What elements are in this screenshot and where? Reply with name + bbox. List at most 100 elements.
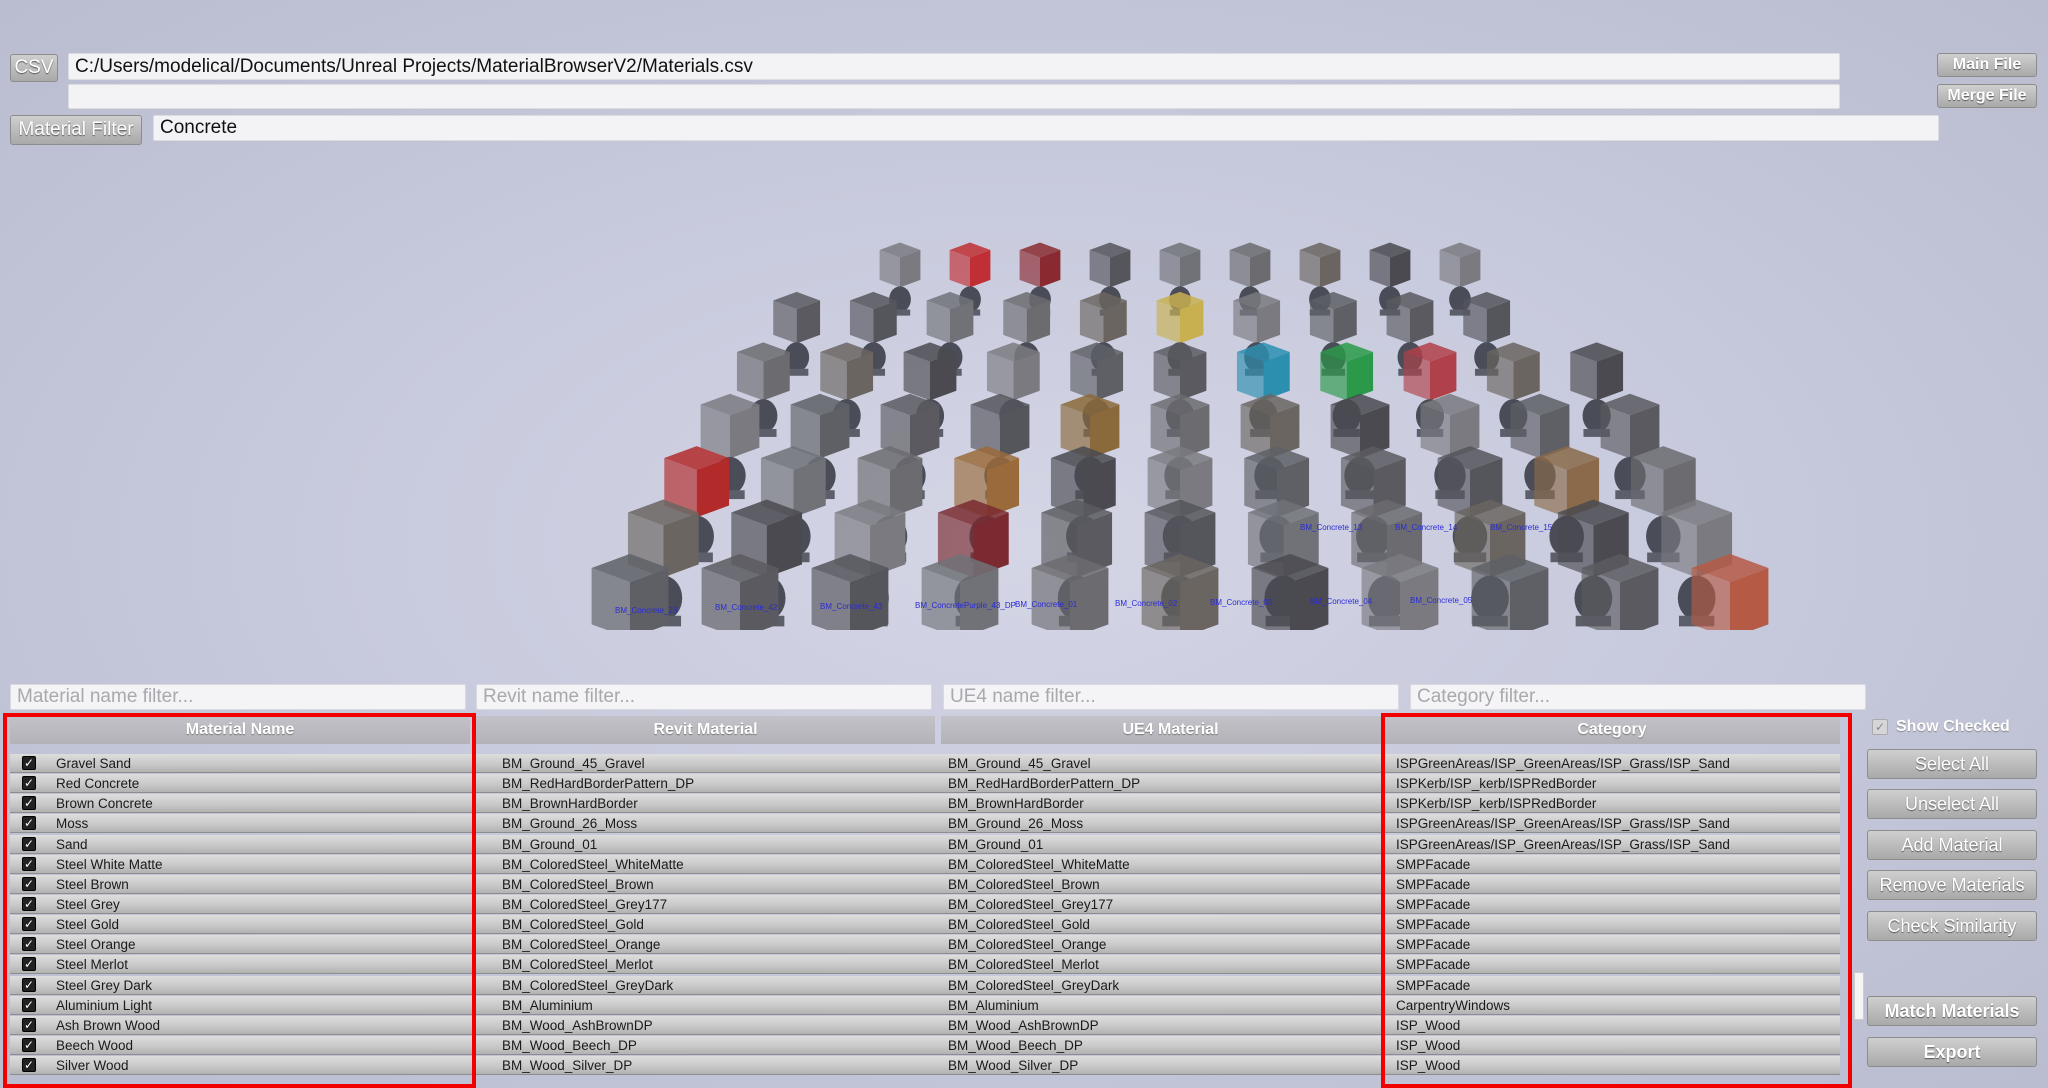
- revit-material-cell: BM_ColoredSteel_Brown: [502, 876, 654, 892]
- csv-path-field[interactable]: C:/Users/modelical/Documents/Unreal Proj…: [68, 53, 1840, 80]
- preview-label: BM_Concrete_01: [1015, 600, 1078, 609]
- preview-label: BM_Concrete_23: [615, 606, 678, 615]
- table-row[interactable]: ✓ Moss BM_Ground_26_Moss BM_Ground_26_Moss I…: [10, 814, 1840, 834]
- category-filter[interactable]: [1410, 684, 1866, 710]
- material-name-cell: Brown Concrete: [56, 796, 153, 812]
- row-checkbox[interactable]: ✓: [22, 1017, 36, 1032]
- revit-material-cell: BM_Ground_26_Moss: [502, 816, 638, 832]
- table-row[interactable]: ✓ Brown Concrete BM_BrownHardBorder BM_Brow…: [10, 794, 1840, 814]
- category-cell: SMPFacade: [1396, 917, 1471, 933]
- category-cell: ISPGreenAreas/ISP_GreenAreas/ISP_Grass/I…: [1396, 816, 1730, 832]
- check-similarity-button[interactable]: Check Similarity: [1867, 911, 2037, 941]
- column-header-revit-material[interactable]: Revit Material: [476, 716, 935, 744]
- row-checkbox[interactable]: ✓: [22, 816, 36, 831]
- material-preview: [1471, 553, 1549, 630]
- table-row[interactable]: ✓ Steel Brown BM_ColoredSteel_Brown BM_Colo…: [10, 874, 1840, 894]
- row-checkbox[interactable]: ✓: [22, 756, 36, 770]
- category-cell: ISP_Wood: [1396, 1037, 1461, 1053]
- column-header-ue4-material[interactable]: UE4 Material: [941, 716, 1400, 744]
- table-row[interactable]: ✓ Steel Gold BM_ColoredSteel_Gold BM_Colore…: [10, 915, 1840, 935]
- material-preview: [1691, 553, 1769, 630]
- category-cell: SMPFacade: [1396, 937, 1471, 953]
- category-cell: SMPFacade: [1396, 856, 1471, 872]
- table-row[interactable]: ✓ Gravel Sand BM_Ground_45_Gravel BM_Ground…: [10, 754, 1840, 773]
- table-row[interactable]: ✓ Red Concrete BM_RedHardBorderPattern_DP B…: [10, 774, 1840, 794]
- row-checkbox[interactable]: ✓: [22, 1058, 36, 1073]
- category-cell: ISPKerb/ISP_kerb/ISPRedBorder: [1396, 796, 1597, 812]
- category-cell: SMPFacade: [1396, 876, 1471, 892]
- row-checkbox[interactable]: ✓: [22, 917, 36, 932]
- category-cell: ISPGreenAreas/ISP_GreenAreas/ISP_Grass/I…: [1396, 756, 1730, 771]
- table-row[interactable]: ✓ Steel Grey BM_ColoredSteel_Grey177 BM_Col…: [10, 894, 1840, 914]
- material-name-cell: Aluminium Light: [56, 997, 153, 1013]
- show-checked-checkbox[interactable]: ✓: [1872, 719, 1888, 735]
- revit-name-filter[interactable]: [476, 684, 932, 710]
- material-filter-button[interactable]: Material Filter: [10, 115, 142, 145]
- merge-file-button[interactable]: Merge File: [1937, 84, 2037, 108]
- material-preview: [591, 553, 669, 630]
- preview-label: BM_Concrete_02: [1115, 599, 1178, 608]
- material-preview-viewport[interactable]: BM_Concrete_23 BM_Concrete_42 BM_Concrete_…: [560, 230, 1800, 630]
- row-checkbox[interactable]: ✓: [22, 957, 36, 972]
- ue4-material-cell: BM_ColoredSteel_Merlot: [948, 957, 1099, 973]
- revit-material-cell: BM_ColoredSteel_WhiteMatte: [502, 856, 684, 872]
- export-button[interactable]: Export: [1867, 1037, 2037, 1067]
- preview-label: BM_Concrete_42: [715, 603, 778, 612]
- revit-material-cell: BM_Wood_Beech_DP: [502, 1037, 637, 1053]
- revit-material-cell: BM_Ground_45_Gravel: [502, 756, 645, 771]
- material-filter-field[interactable]: Concrete: [153, 115, 1939, 141]
- category-cell: ISP_Wood: [1396, 1058, 1461, 1074]
- row-checkbox[interactable]: ✓: [22, 876, 36, 891]
- ue4-material-cell: BM_Ground_45_Gravel: [948, 756, 1091, 771]
- category-cell: SMPFacade: [1396, 896, 1471, 912]
- material-preview: [1361, 553, 1439, 630]
- row-checkbox[interactable]: ✓: [22, 776, 36, 791]
- table-row[interactable]: ✓ Ash Brown Wood BM_Wood_AshBrownDP BM_Wood…: [10, 1015, 1840, 1035]
- row-checkbox[interactable]: ✓: [22, 836, 36, 851]
- row-checkbox[interactable]: ✓: [22, 796, 36, 811]
- secondary-path-field[interactable]: [68, 84, 1840, 109]
- ue4-material-cell: BM_ColoredSteel_Orange: [948, 937, 1107, 953]
- show-checked-toggle[interactable]: ✓ Show Checked: [1872, 718, 2010, 736]
- material-name-cell: Steel Grey Dark: [56, 977, 153, 993]
- table-row[interactable]: ✓ Steel Orange BM_ColoredSteel_Orange BM_Co…: [10, 935, 1840, 955]
- table-row[interactable]: ✓ Sand BM_Ground_01 BM_Ground_01 ISPGreenAre…: [10, 834, 1840, 854]
- table-scrollbar[interactable]: [1854, 972, 1864, 1020]
- match-materials-button[interactable]: Match Materials: [1867, 996, 2037, 1026]
- ue4-name-filter[interactable]: [943, 684, 1399, 710]
- table-row[interactable]: ✓ Aluminium Light BM_Aluminium BM_Aluminium…: [10, 995, 1840, 1015]
- main-file-button[interactable]: Main File: [1937, 53, 2037, 77]
- ue4-material-cell: BM_Wood_Silver_DP: [948, 1058, 1079, 1074]
- csv-button[interactable]: CSV: [10, 54, 58, 82]
- row-checkbox[interactable]: ✓: [22, 977, 36, 992]
- table-row[interactable]: ✓ Steel Grey Dark BM_ColoredSteel_GreyDark…: [10, 975, 1840, 995]
- row-checkbox[interactable]: ✓: [22, 856, 36, 871]
- material-name-cell: Steel Brown: [56, 876, 129, 892]
- material-name-cell: Sand: [56, 836, 88, 852]
- column-header-material-name[interactable]: Material Name: [10, 716, 470, 744]
- select-all-button[interactable]: Select All: [1867, 749, 2037, 779]
- remove-materials-button[interactable]: Remove Materials: [1867, 870, 2037, 900]
- table-row[interactable]: ✓ Silver Wood BM_Wood_Silver_DP BM_Wood_Sil…: [10, 1056, 1840, 1076]
- row-checkbox[interactable]: ✓: [22, 896, 36, 911]
- row-checkbox[interactable]: ✓: [22, 937, 36, 952]
- unselect-all-button[interactable]: Unselect All: [1867, 789, 2037, 819]
- row-checkbox[interactable]: ✓: [22, 1037, 36, 1052]
- column-header-category[interactable]: Category: [1384, 716, 1840, 744]
- preview-label: BM_Concrete_03: [1210, 598, 1273, 607]
- ue4-material-cell: BM_ColoredSteel_Brown: [948, 876, 1100, 892]
- material-name-cell: Gravel Sand: [56, 756, 132, 771]
- material-name-filter[interactable]: [10, 684, 466, 710]
- add-material-button[interactable]: Add Material: [1867, 830, 2037, 860]
- ue4-material-cell: BM_BrownHardBorder: [948, 796, 1084, 812]
- ue4-material-cell: BM_Ground_01: [948, 836, 1044, 852]
- row-checkbox[interactable]: ✓: [22, 997, 36, 1012]
- table-row[interactable]: ✓ Steel Merlot BM_ColoredSteel_Merlot BM_Co…: [10, 955, 1840, 975]
- preview-label: BM_Concrete_14: [1395, 523, 1458, 532]
- table-row[interactable]: ✓ Beech Wood BM_Wood_Beech_DP BM_Wood_Beech…: [10, 1035, 1840, 1055]
- table-row[interactable]: ✓ Steel White Matte BM_ColoredSteel_WhiteM…: [10, 854, 1840, 874]
- material-preview: [1031, 553, 1109, 630]
- revit-material-cell: BM_Wood_AshBrownDP: [502, 1017, 653, 1033]
- ue4-material-cell: BM_ColoredSteel_Gold: [948, 917, 1090, 933]
- preview-label: BM_Concrete_05: [1410, 596, 1473, 605]
